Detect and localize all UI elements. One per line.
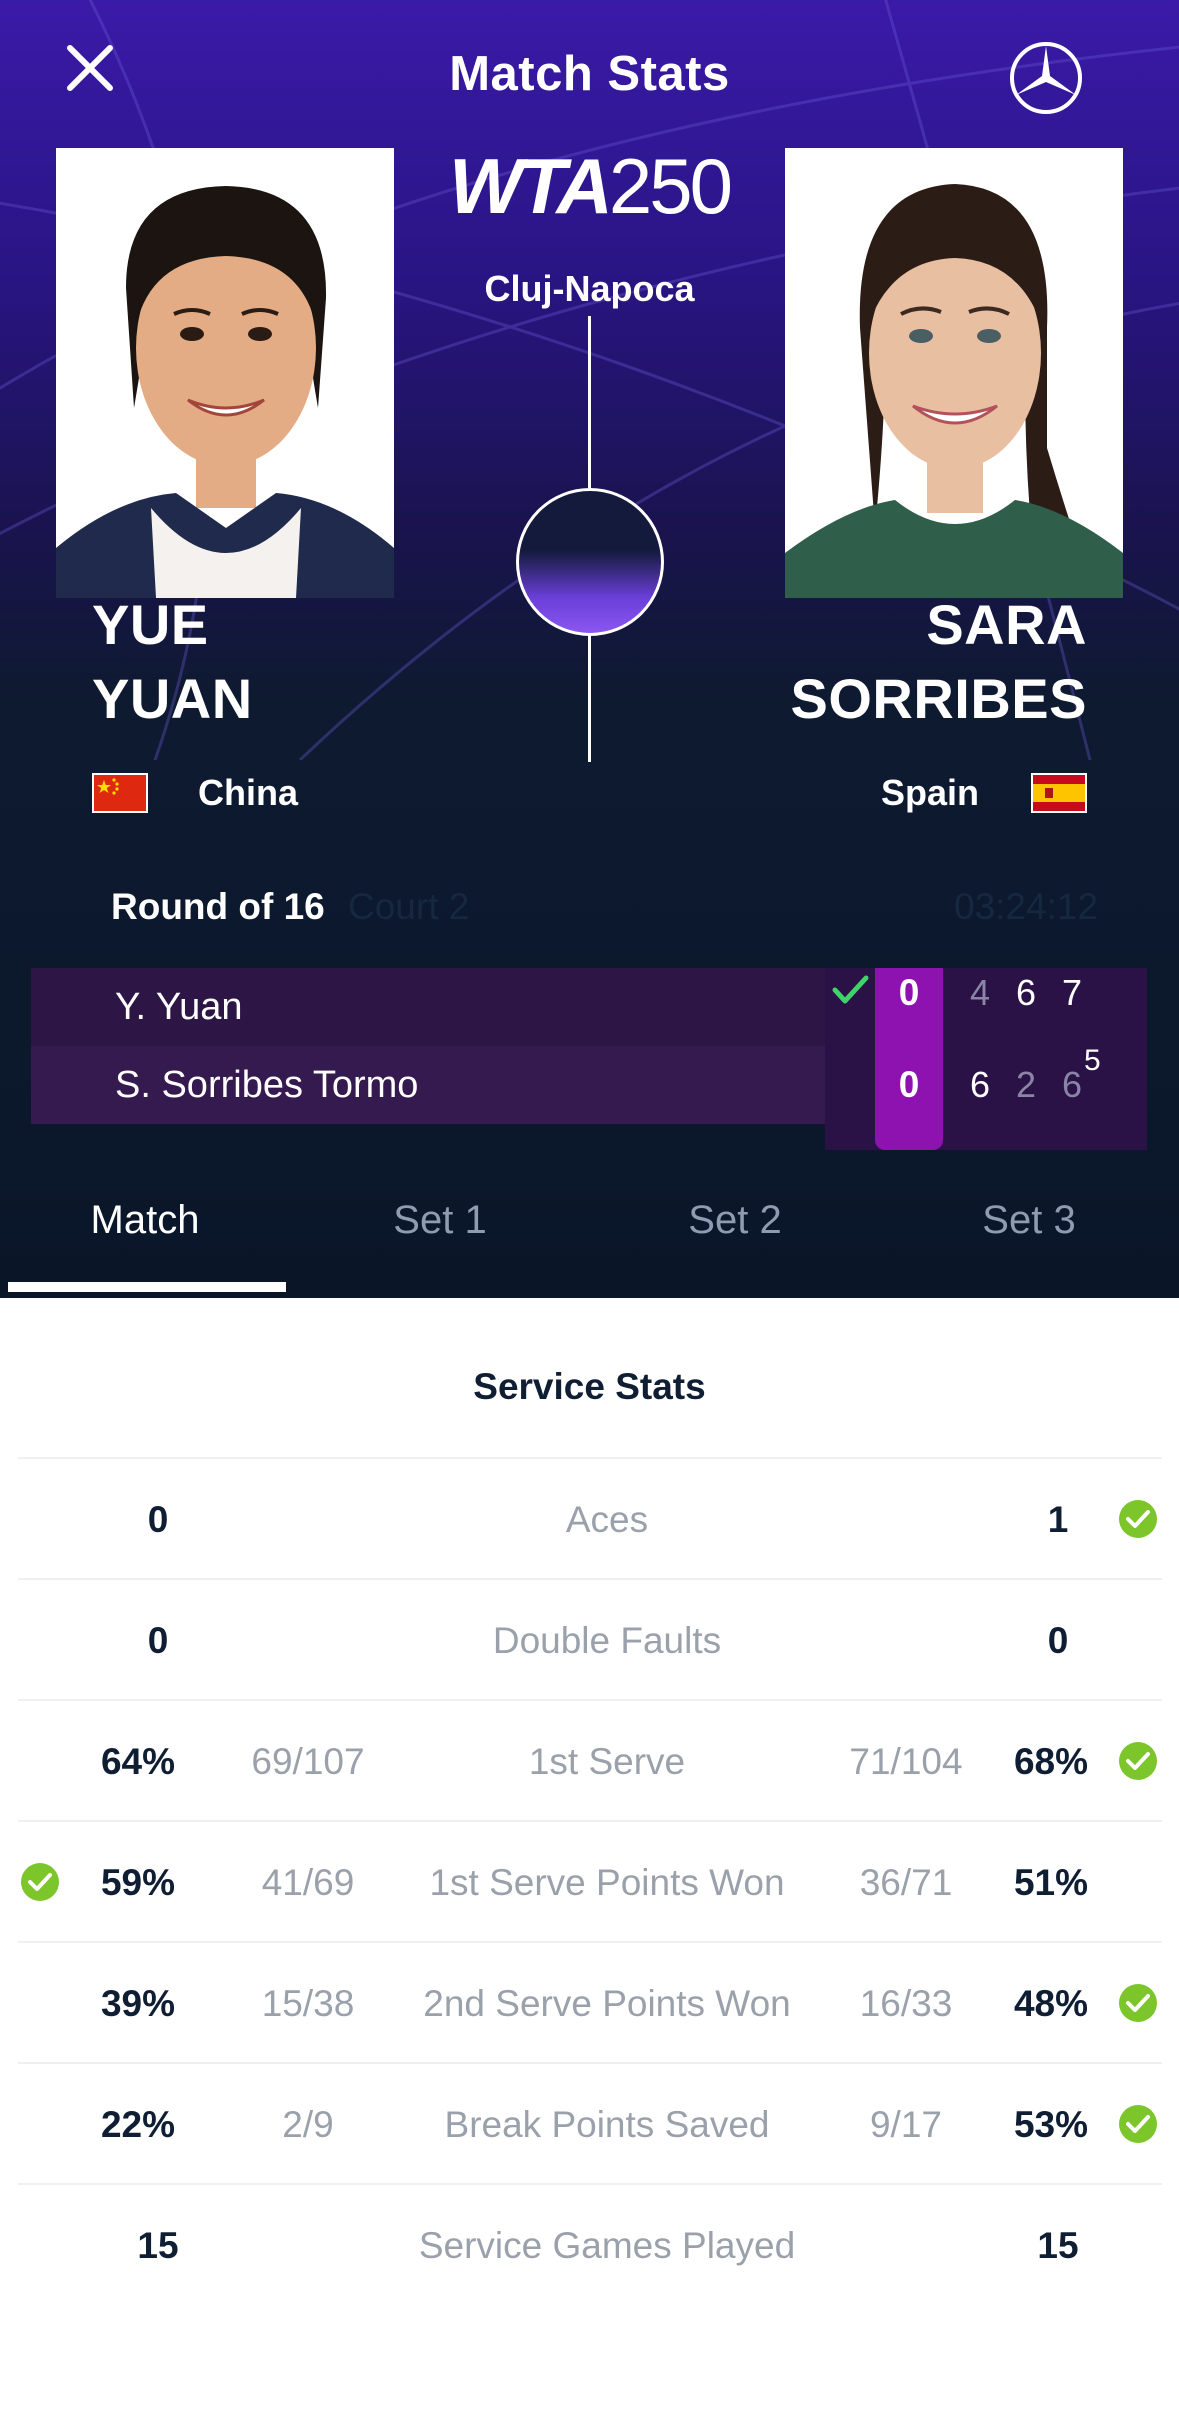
- section-title: Service Stats: [473, 1366, 706, 1407]
- wta-250-logo: WTA250: [449, 142, 733, 230]
- tab-match[interactable]: Match: [0, 1198, 290, 1243]
- mercedes-sponsor-logo: [1008, 40, 1084, 116]
- mercedes-star-icon: [1010, 42, 1082, 114]
- player-right-name: SARA SORRIBES: [790, 593, 1087, 730]
- leader-check-icon: [1118, 2104, 1158, 2144]
- divider-line: [588, 316, 591, 488]
- player-left-name: YUE YUAN: [92, 593, 253, 730]
- stat-label: Break Points Saved: [444, 2104, 770, 2145]
- match-header: Match Stats WTA250 Cluj-Napoca YUE YUAN …: [0, 0, 1179, 1298]
- spain-flag-icon: [1031, 773, 1087, 813]
- game-score-player-left: 0: [898, 972, 920, 1013]
- stat-right-value: 1: [1047, 1499, 1069, 1540]
- stat-left-value: 0: [147, 1499, 169, 1540]
- stat-right-value: 51%: [1013, 1862, 1089, 1903]
- tab-set-1[interactable]: Set 1: [295, 1198, 585, 1243]
- game-score-player-right: 0: [898, 1064, 920, 1105]
- versus-badge: [516, 488, 664, 636]
- stat-label: 1st Serve Points Won: [429, 1862, 785, 1903]
- winner-check-icon: [832, 975, 869, 1004]
- match-stats-screen: Match Stats WTA250 Cluj-Napoca YUE YUAN …: [0, 0, 1179, 2414]
- stat-right-value: 53%: [1013, 2104, 1089, 2145]
- stat-label: Service Games Played: [418, 2225, 796, 2266]
- stat-row-2nd-serve-points-won: 39% 15/38 2nd Serve Points Won 16/33 48%: [18, 1941, 1162, 2062]
- stat-row-break-points-saved: 22% 2/9 Break Points Saved 9/17 53%: [18, 2062, 1162, 2183]
- stat-label: Double Faults: [492, 1620, 722, 1661]
- set-score: 6: [969, 1064, 991, 1105]
- scoreboard-player-name: Y. Yuan: [115, 986, 243, 1028]
- stat-right-value: 0: [1047, 1620, 1069, 1661]
- set-score: 6: [1015, 972, 1037, 1013]
- china-flag-icon: [92, 773, 148, 813]
- stat-row-double-faults: 0 Double Faults 0: [18, 1578, 1162, 1699]
- stat-row-1st-serve-points-won: 59% 41/69 1st Serve Points Won 36/71 51%: [18, 1820, 1162, 1941]
- player-left-country: China: [198, 772, 299, 813]
- set-score: 2: [1015, 1064, 1037, 1105]
- player-right-country: Spain: [880, 772, 979, 813]
- set-score: 4: [969, 972, 991, 1013]
- scoreboard-player-name: S. Sorribes Tormo: [115, 1064, 419, 1106]
- leader-check-icon: [1118, 1741, 1158, 1781]
- leader-check-icon: [1118, 1983, 1158, 2023]
- tab-set-3[interactable]: Set 3: [884, 1198, 1174, 1243]
- divider-line: [588, 634, 591, 762]
- tiebreak-score: 5: [1084, 1044, 1101, 1077]
- stat-right-value: 48%: [1013, 1983, 1089, 2024]
- court-label: Court 2: [348, 886, 470, 927]
- stat-right-value: 68%: [1013, 1741, 1089, 1782]
- player-left-photo: [56, 148, 394, 598]
- active-tab-indicator: [8, 1282, 286, 1292]
- stat-label: Aces: [565, 1499, 649, 1540]
- stat-label: 2nd Serve Points Won: [423, 1983, 791, 2024]
- round-label: Round of 16: [111, 886, 325, 927]
- player-right-photo: [785, 148, 1123, 598]
- stat-right-value: 15: [1037, 2225, 1079, 2266]
- stat-row-1st-serve: 64% 69/107 1st Serve 71/104 68%: [18, 1699, 1162, 1820]
- leader-check-icon: [1118, 1499, 1158, 1539]
- stat-row-service-games-played: 15 Service Games Played 15: [18, 2183, 1162, 2304]
- match-duration: 03:24:12: [954, 886, 1099, 927]
- stat-label: 1st Serve: [528, 1741, 686, 1782]
- stats-tabs: Match Set 1 Set 2 Set 3: [0, 1172, 1179, 1298]
- set-score: 7: [1061, 972, 1083, 1013]
- stat-left-value: 15: [137, 2225, 179, 2266]
- tab-set-2[interactable]: Set 2: [590, 1198, 880, 1243]
- stat-left-value: 0: [147, 1620, 169, 1661]
- stat-row-aces: 0 Aces 1: [18, 1457, 1162, 1578]
- page-title: Match Stats: [449, 47, 730, 101]
